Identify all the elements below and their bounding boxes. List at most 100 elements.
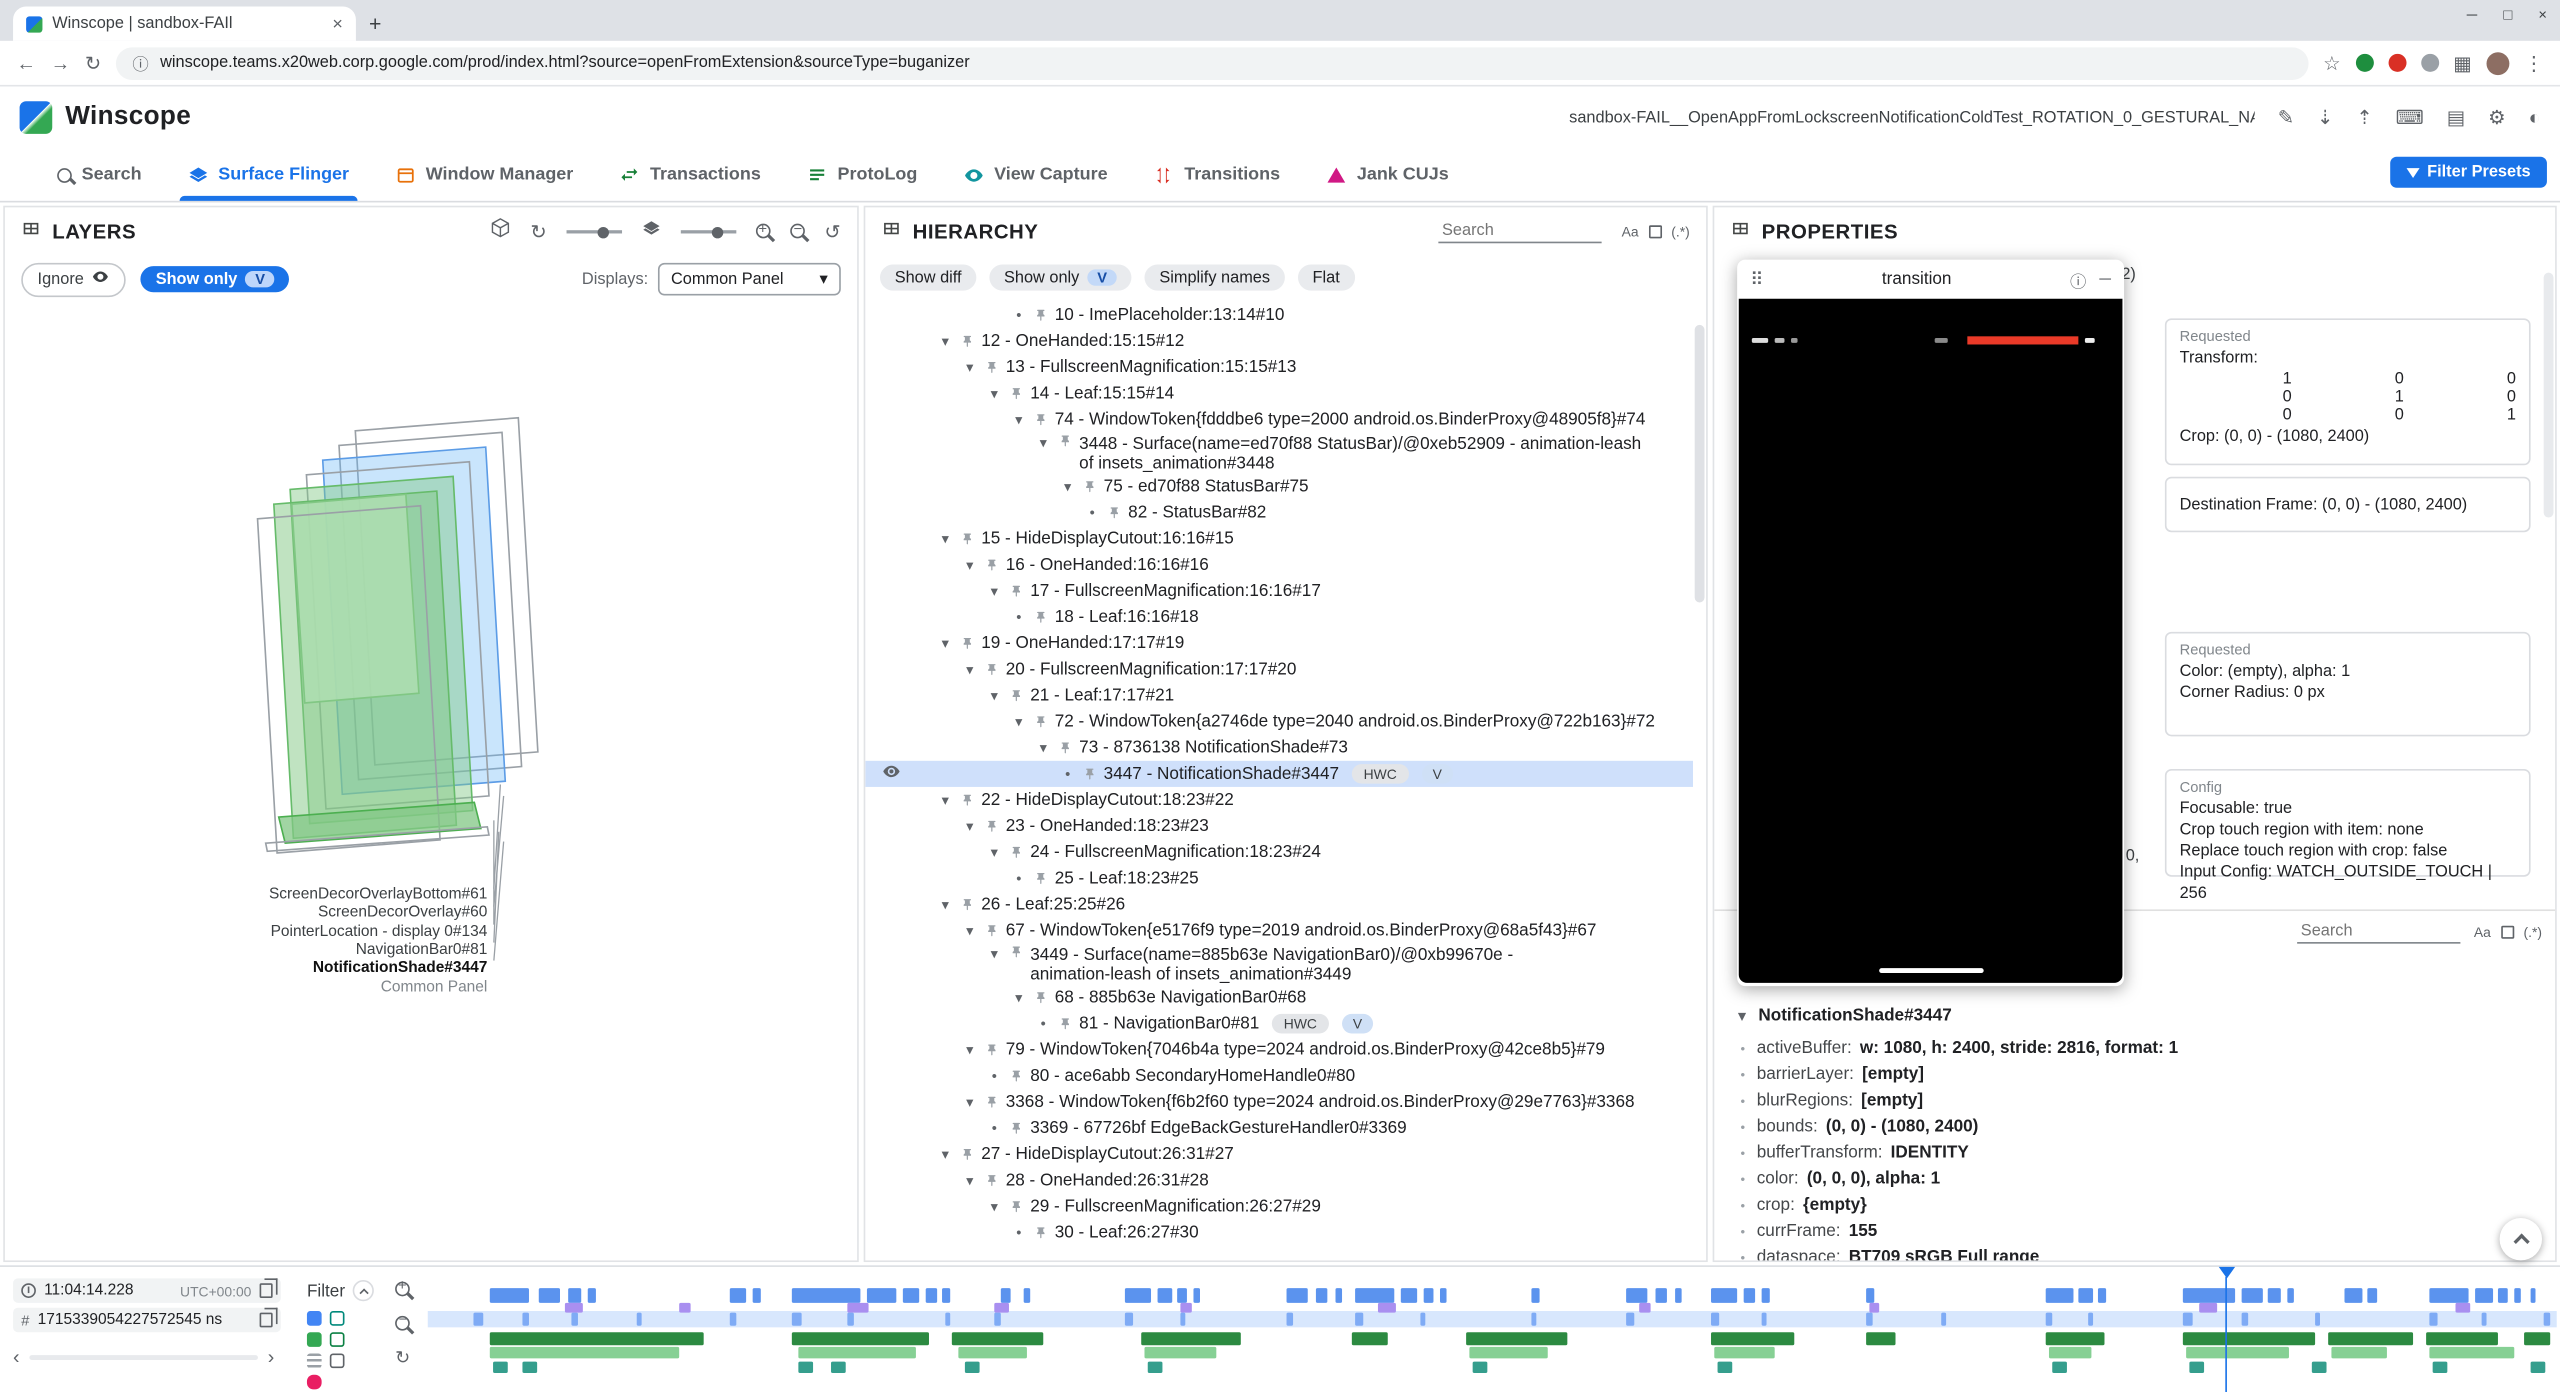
trace-segment[interactable] xyxy=(952,1332,1043,1345)
back-button[interactable]: ← xyxy=(16,53,36,73)
drag-handle-icon[interactable]: ⠿ xyxy=(1750,269,1763,290)
expand-arrow-icon[interactable]: ▾ xyxy=(937,530,953,548)
regex-icon[interactable]: (.*) xyxy=(2524,924,2543,940)
timeline-zoom-in-button[interactable] xyxy=(395,1282,410,1302)
trace-segment[interactable] xyxy=(2332,1347,2387,1358)
edit-icon[interactable]: ✎ xyxy=(2278,106,2294,129)
expand-arrow-icon[interactable]: ▾ xyxy=(1035,434,1051,452)
trace-toggle-log-icon[interactable] xyxy=(307,1353,322,1368)
pin-icon[interactable] xyxy=(984,923,999,938)
property-row[interactable]: •barrierLayer:[empty] xyxy=(1737,1061,2545,1087)
expand-arrow-icon[interactable]: ▾ xyxy=(986,687,1002,705)
trace-segment[interactable] xyxy=(1675,1288,1682,1303)
tab-transitions[interactable]: Transitions xyxy=(1132,149,1301,201)
trace-segment[interactable] xyxy=(1743,1288,1756,1303)
trace-segment[interactable] xyxy=(753,1288,761,1303)
trace-segment[interactable] xyxy=(926,1288,937,1303)
pin-icon[interactable] xyxy=(960,334,975,349)
info-icon[interactable]: ⓘ xyxy=(2070,267,2086,291)
visibility-icon[interactable] xyxy=(882,762,902,786)
trace-segment[interactable] xyxy=(1401,1288,1417,1303)
trace-segment[interactable] xyxy=(636,1313,641,1326)
hierarchy-node[interactable]: ▾28 - OneHanded:26:31#28 xyxy=(865,1167,1693,1193)
properties-search-input[interactable] xyxy=(2298,921,2461,944)
hierarchy-node[interactable]: ▾15 - HideDisplayCutout:16:16#15 xyxy=(865,526,1693,552)
expand-arrow-icon[interactable]: ▾ xyxy=(1035,739,1051,757)
trace-segment[interactable] xyxy=(2046,1332,2105,1345)
hierarchy-node[interactable]: ▾16 - OneHanded:16:16#16 xyxy=(865,552,1693,578)
pin-icon[interactable] xyxy=(1009,845,1024,860)
download-icon[interactable]: ⇣ xyxy=(2317,106,2333,129)
trace-segment[interactable] xyxy=(1378,1303,1396,1313)
trace-segment[interactable] xyxy=(1193,1288,1200,1303)
hierarchy-node[interactable]: •30 - Leaf:26:27#30 xyxy=(865,1220,1693,1246)
property-row[interactable]: •activeBuffer:w: 1080, h: 2400, stride: … xyxy=(1737,1035,2545,1061)
tab-surface-flinger[interactable]: Surface Flinger xyxy=(166,149,370,201)
trace-segment[interactable] xyxy=(2475,1288,2493,1303)
expand-arrow-icon[interactable]: ▾ xyxy=(986,945,1002,963)
pin-icon[interactable] xyxy=(1058,1016,1073,1031)
zoom-in-button[interactable] xyxy=(756,217,771,246)
trace-segment[interactable] xyxy=(1867,1288,1875,1303)
shortcuts-icon[interactable]: ⌨ xyxy=(2396,106,2424,129)
forward-button[interactable]: → xyxy=(51,53,71,73)
timeline-minimap-band[interactable] xyxy=(428,1311,2557,1327)
trace-segment[interactable] xyxy=(2531,1362,2546,1373)
trace-segment[interactable] xyxy=(2186,1347,2290,1358)
window-close-button[interactable]: × xyxy=(2538,7,2547,23)
pin-icon[interactable] xyxy=(1009,584,1024,599)
pin-icon[interactable] xyxy=(1033,308,1048,323)
layer-label[interactable]: PointerLocation - display 0#134 xyxy=(271,923,488,940)
trace-segment[interactable] xyxy=(903,1288,919,1303)
minimize-icon[interactable]: ─ xyxy=(2099,270,2111,288)
trace-segment[interactable] xyxy=(1867,1313,1874,1326)
expand-arrow-icon[interactable]: ▾ xyxy=(1011,989,1027,1007)
pin-icon[interactable] xyxy=(1058,740,1073,755)
pin-icon[interactable] xyxy=(1009,386,1024,401)
property-row[interactable]: •crop:{empty} xyxy=(1737,1192,2545,1218)
show-diff-toggle[interactable]: Show diff xyxy=(880,264,976,290)
trace-toggle-wm-icon[interactable] xyxy=(330,1311,345,1326)
properties-root-node[interactable]: ▾ NotificationShade#3447 xyxy=(1734,1006,1952,1026)
trace-segment[interactable] xyxy=(571,1313,578,1326)
trace-segment[interactable] xyxy=(1124,1313,1132,1326)
trace-segment[interactable] xyxy=(1655,1288,1666,1303)
trace-segment[interactable] xyxy=(538,1288,559,1303)
refresh-button[interactable]: ↻ xyxy=(85,53,101,73)
pin-icon[interactable] xyxy=(960,636,975,651)
trace-segment[interactable] xyxy=(1466,1332,1567,1345)
property-row[interactable]: •bufferTransform:IDENTITY xyxy=(1737,1140,2545,1166)
properties-scrollbar[interactable] xyxy=(2544,273,2554,518)
trace-segment[interactable] xyxy=(490,1332,705,1345)
trace-segment[interactable] xyxy=(2544,1313,2551,1326)
expand-arrow-icon[interactable]: ▾ xyxy=(937,896,953,914)
pin-icon[interactable] xyxy=(1009,1199,1024,1214)
show-only-v-toggle[interactable]: Show only V xyxy=(989,264,1131,290)
hierarchy-node[interactable]: ▾24 - FullscreenMagnification:18:23#24 xyxy=(865,839,1693,865)
pin-icon[interactable] xyxy=(984,558,999,573)
hierarchy-scrollbar[interactable] xyxy=(1695,325,1705,603)
trace-segment[interactable] xyxy=(1710,1332,1795,1345)
hierarchy-search-input[interactable] xyxy=(1439,220,1602,243)
trace-segment[interactable] xyxy=(2287,1288,2295,1303)
expand-arrow-icon[interactable]: ▾ xyxy=(962,1093,978,1111)
timeline-scrollbar[interactable] xyxy=(29,1354,258,1359)
documentation-icon[interactable]: ▤ xyxy=(2447,106,2466,129)
layer-label[interactable]: ScreenDecorOverlay#60 xyxy=(318,904,487,921)
pin-icon[interactable] xyxy=(1107,505,1122,520)
trace-segment[interactable] xyxy=(1287,1288,1308,1303)
trace-segment[interactable] xyxy=(1144,1347,1216,1358)
show-only-v-toggle[interactable]: Show only V xyxy=(141,266,290,292)
hierarchy-node[interactable]: ▾68 - 885b63e NavigationBar0#68 xyxy=(865,984,1693,1010)
copy-icon[interactable] xyxy=(260,1313,273,1328)
hierarchy-node[interactable]: •25 - Leaf:18:23#25 xyxy=(865,865,1693,891)
trace-segment[interactable] xyxy=(2482,1313,2487,1326)
trace-toggle-transactions-icon[interactable] xyxy=(307,1332,322,1347)
trace-segment[interactable] xyxy=(587,1288,595,1303)
expand-arrow-icon[interactable]: ▾ xyxy=(1060,478,1076,496)
expand-arrow-icon[interactable]: ▾ xyxy=(986,582,1002,600)
layer-label[interactable]: ScreenDecorOverlayBottom#61 xyxy=(269,886,487,903)
match-case-icon[interactable]: Aa xyxy=(1622,224,1639,240)
hierarchy-node[interactable]: ▾74 - WindowToken{fdddbe6 type=2000 andr… xyxy=(865,407,1693,433)
pin-icon[interactable] xyxy=(984,1042,999,1057)
